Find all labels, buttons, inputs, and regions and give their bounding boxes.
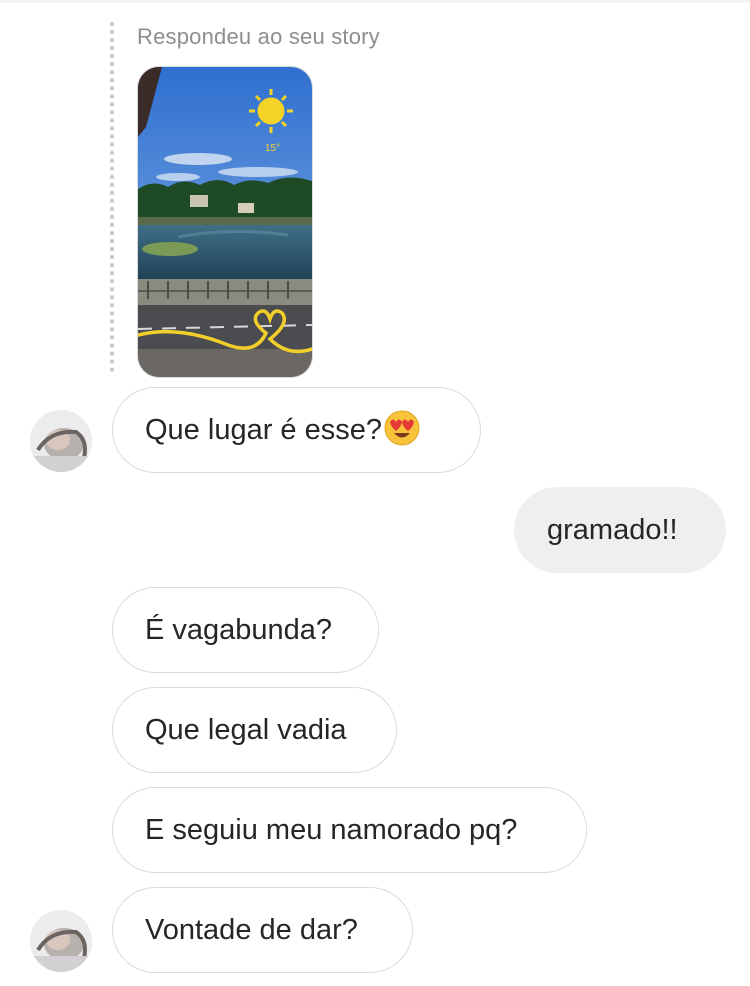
message-text: Que legal vadia — [145, 714, 347, 746]
message-text: E seguiu meu namorado pq? — [145, 814, 518, 846]
incoming-message-bubble[interactable]: E seguiu meu namorado pq? — [112, 787, 587, 873]
outgoing-message-bubble[interactable]: gramado!! — [514, 487, 726, 573]
incoming-message-bubble[interactable]: É vagabunda? — [112, 587, 379, 673]
svg-text:15°: 15° — [265, 143, 280, 154]
reply-quote-line — [110, 22, 114, 372]
sender-avatar[interactable] — [30, 910, 92, 972]
message-text: gramado!! — [547, 514, 678, 546]
story-thumbnail[interactable]: 15° — [137, 66, 313, 378]
story-reply-header: Respondeu ao seu story — [137, 24, 380, 49]
message-text: É vagabunda? — [145, 614, 333, 646]
avatar-photo — [30, 410, 92, 472]
heart-eyes-emoji — [384, 410, 420, 446]
avatar-photo — [30, 910, 92, 972]
story-image: 15° — [138, 67, 312, 377]
message-text: Vontade de dar? — [145, 914, 358, 946]
incoming-message-bubble[interactable]: Que legal vadia — [112, 687, 397, 773]
incoming-message-bubble[interactable]: Vontade de dar? — [112, 887, 413, 973]
sender-avatar[interactable] — [30, 410, 92, 472]
incoming-message-bubble[interactable]: Que lugar é esse? — [112, 387, 481, 473]
message-text: Que lugar é esse? — [145, 414, 382, 446]
top-divider — [0, 0, 750, 3]
